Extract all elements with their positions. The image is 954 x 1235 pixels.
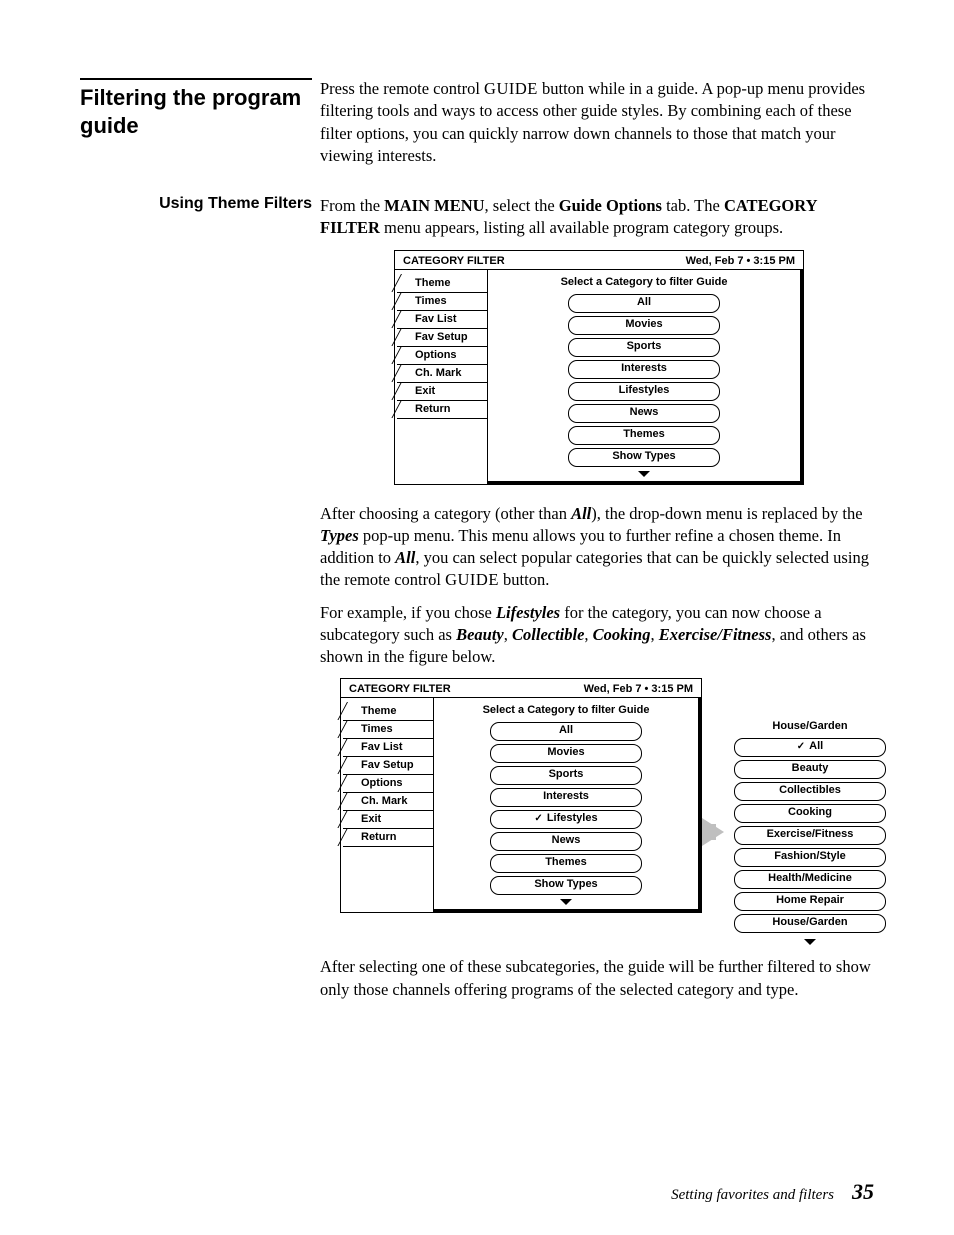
cat-showtypes[interactable]: Show Types (568, 448, 720, 467)
text-em: Exercise/Fitness (659, 625, 772, 644)
text: , (584, 625, 592, 644)
tab-exit[interactable]: Exit (395, 382, 487, 400)
panel-datetime: Wed, Feb 7 • 3:15 PM (686, 255, 795, 267)
text: button. (499, 570, 549, 589)
closing-paragraph: After selecting one of these subcategori… (320, 956, 880, 1001)
text-em: All (571, 504, 591, 523)
text-em: Lifestyles (496, 603, 560, 622)
cat-movies[interactable]: Movies (490, 744, 642, 763)
section-title: Filtering the program guide (80, 84, 320, 139)
tab-favlist[interactable]: Fav List (395, 310, 487, 328)
panel-datetime: Wed, Feb 7 • 3:15 PM (584, 683, 693, 695)
sub-fashion[interactable]: Fashion/Style (734, 848, 886, 867)
tab-chmark[interactable]: Ch. Mark (395, 364, 487, 382)
text: Lifestyles (547, 812, 598, 824)
page-number: 35 (852, 1179, 874, 1204)
text: Press the remote control (320, 79, 484, 98)
text-bold: Guide Options (559, 196, 662, 215)
cat-news[interactable]: News (568, 404, 720, 423)
panel-hint: Select a Category to filter Guide (483, 704, 650, 716)
sub-housegarden[interactable]: House/Garden (734, 914, 886, 933)
cat-showtypes[interactable]: Show Types (490, 876, 642, 895)
check-icon: ✓ (797, 741, 805, 752)
cat-all[interactable]: All (490, 722, 642, 741)
sub-health[interactable]: Health/Medicine (734, 870, 886, 889)
text-bold: MAIN MENU (384, 196, 484, 215)
page-footer: Setting favorites and filters 35 (671, 1179, 874, 1205)
sub-homerepair[interactable]: Home Repair (734, 892, 886, 911)
cat-sports[interactable]: Sports (568, 338, 720, 357)
text: For example, if you chose (320, 603, 496, 622)
example-paragraph: For example, if you chose Lifestyles for… (320, 602, 880, 669)
more-down-icon[interactable] (804, 939, 816, 945)
tab-return[interactable]: Return (341, 828, 433, 846)
theme-filters-paragraph: From the MAIN MENU, select the Guide Opt… (320, 195, 880, 240)
text: From the (320, 196, 384, 215)
tab-theme[interactable]: Theme (341, 702, 433, 720)
tab-favlist[interactable]: Fav List (341, 738, 433, 756)
text: tab. The (662, 196, 724, 215)
cat-themes[interactable]: Themes (490, 854, 642, 873)
cat-lifestyles-selected[interactable]: ✓ Lifestyles (490, 810, 642, 829)
tab-options[interactable]: Options (395, 346, 487, 364)
tab-favsetup[interactable]: Fav Setup (341, 756, 433, 774)
panel-title: CATEGORY FILTER (403, 255, 505, 267)
cat-interests[interactable]: Interests (568, 360, 720, 379)
cat-themes[interactable]: Themes (568, 426, 720, 445)
subhead-theme-filters: Using Theme Filters (80, 195, 320, 213)
text-em: All (395, 548, 415, 567)
sub-cooking[interactable]: Cooking (734, 804, 886, 823)
section-rule (80, 78, 312, 80)
tab-list: Theme Times Fav List Fav Setup Options C… (341, 698, 434, 912)
more-down-icon[interactable] (638, 471, 650, 477)
after-category-paragraph: After choosing a category (other than Al… (320, 503, 880, 592)
arrow-right-icon (702, 818, 724, 846)
guide-smallcaps: GUIDE (484, 79, 538, 98)
sub-collectibles[interactable]: Collectibles (734, 782, 886, 801)
panel-title: CATEGORY FILTER (349, 683, 451, 695)
tab-return[interactable]: Return (395, 400, 487, 418)
text: , (650, 625, 658, 644)
tab-theme[interactable]: Theme (395, 274, 487, 292)
cat-all[interactable]: All (568, 294, 720, 313)
text: menu appears, listing all available prog… (380, 218, 783, 237)
footer-section: Setting favorites and filters (671, 1187, 834, 1203)
text: All (809, 740, 823, 752)
subcategory-popup: House/Garden ✓ All Beauty Collectibles Co… (734, 720, 886, 948)
text-em: Cooking (593, 625, 651, 644)
popup-header: House/Garden (734, 720, 886, 732)
sub-exercise[interactable]: Exercise/Fitness (734, 826, 886, 845)
tab-options[interactable]: Options (341, 774, 433, 792)
cat-sports[interactable]: Sports (490, 766, 642, 785)
text: , select the (485, 196, 559, 215)
tab-list: Theme Times Fav List Fav Setup Options C… (395, 270, 488, 484)
more-down-icon[interactable] (560, 899, 572, 905)
text-em: Beauty (456, 625, 504, 644)
intro-paragraph: Press the remote control GUIDE button wh… (320, 78, 880, 167)
tab-times[interactable]: Times (341, 720, 433, 738)
text: ), the drop-down menu is replaced by the (591, 504, 862, 523)
cat-lifestyles[interactable]: Lifestyles (568, 382, 720, 401)
sub-beauty[interactable]: Beauty (734, 760, 886, 779)
tab-favsetup[interactable]: Fav Setup (395, 328, 487, 346)
cat-interests[interactable]: Interests (490, 788, 642, 807)
tab-chmark[interactable]: Ch. Mark (341, 792, 433, 810)
text: After choosing a category (other than (320, 504, 571, 523)
check-icon: ✓ (534, 813, 542, 824)
guide-smallcaps: GUIDE (445, 570, 499, 589)
cat-movies[interactable]: Movies (568, 316, 720, 335)
text: , (504, 625, 512, 644)
tab-times[interactable]: Times (395, 292, 487, 310)
category-filter-panel-2: CATEGORY FILTER Wed, Feb 7 • 3:15 PM The… (340, 678, 702, 913)
panel-hint: Select a Category to filter Guide (561, 276, 728, 288)
tab-exit[interactable]: Exit (341, 810, 433, 828)
category-filter-panel-1: CATEGORY FILTER Wed, Feb 7 • 3:15 PM The… (394, 250, 804, 485)
text-em: Collectible (512, 625, 584, 644)
text-em: Types (320, 526, 359, 545)
sub-all-selected[interactable]: ✓ All (734, 738, 886, 757)
cat-news[interactable]: News (490, 832, 642, 851)
